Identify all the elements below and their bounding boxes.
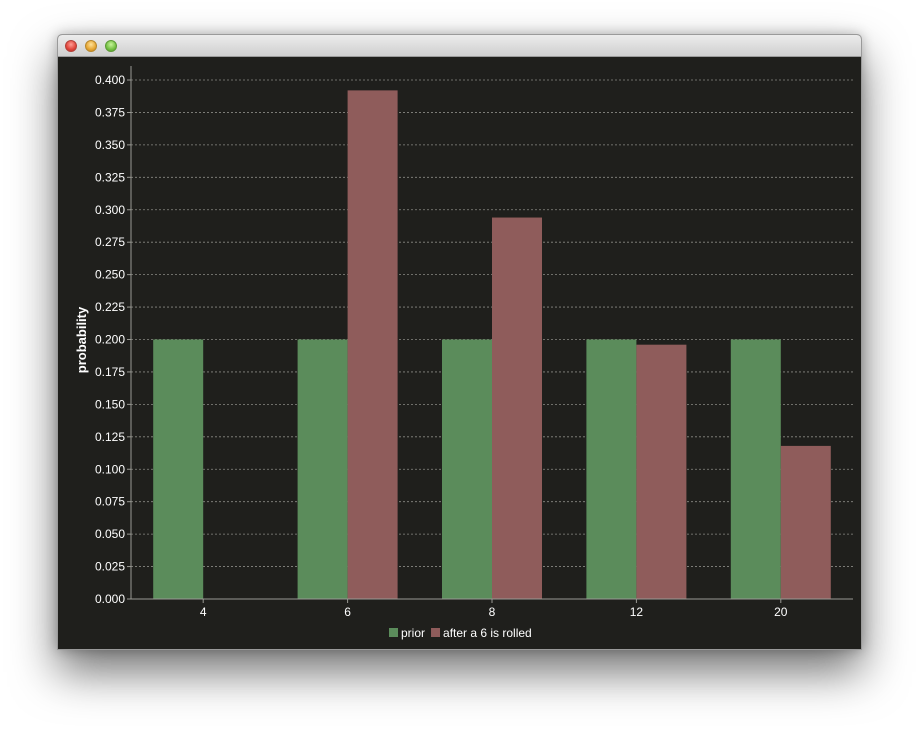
y-tick-label: 0.175 <box>95 365 125 379</box>
y-tick-label: 0.350 <box>95 138 125 152</box>
y-tick-label: 0.025 <box>95 560 125 574</box>
y-tick-label: 0.250 <box>95 268 125 282</box>
y-tick-label: 0.075 <box>95 495 125 509</box>
chart-panel: 0.000 0.025 0.050 0.075 0.100 0.125 0.150 0.175… <box>58 57 861 649</box>
app-window: 0.000 0.025 0.050 0.075 0.100 0.125 0.150 0.175… <box>57 34 862 650</box>
x-tick-label: 4 <box>200 605 207 619</box>
maximize-window-button[interactable] <box>105 40 117 52</box>
y-tick-label: 0.325 <box>95 170 125 184</box>
x-tick-label: 8 <box>489 605 496 619</box>
close-window-button[interactable] <box>65 40 77 52</box>
minimize-window-button[interactable] <box>85 40 97 52</box>
window-titlebar[interactable] <box>58 35 861 57</box>
legend-swatch <box>431 628 441 637</box>
bar-prior-8 <box>442 339 492 599</box>
y-tick-label: 0.100 <box>95 462 125 476</box>
x-tick-label: 12 <box>630 605 644 619</box>
x-tick-label: 20 <box>774 605 788 619</box>
y-tick-label: 0.125 <box>95 430 125 444</box>
legend-label: after a 6 is rolled <box>443 626 532 640</box>
y-tick-label: 0.050 <box>95 527 125 541</box>
y-tick-label: 0.150 <box>95 397 125 411</box>
y-tick-label: 0.200 <box>95 333 125 347</box>
bar-prior-12 <box>586 339 637 599</box>
y-tick-label: 0.375 <box>95 105 125 119</box>
bar-prior-6 <box>297 339 348 599</box>
y-tick-label: 0.275 <box>95 235 125 249</box>
y-tick-label: 0.225 <box>95 300 125 314</box>
bar-prior-20 <box>730 339 781 599</box>
bar-chart: 0.000 0.025 0.050 0.075 0.100 0.125 0.150 0.175… <box>74 66 853 640</box>
x-tick-label: 6 <box>344 605 351 619</box>
bars <box>153 90 831 599</box>
legend-swatch <box>389 628 398 637</box>
y-tick-label: 0.400 <box>95 73 125 87</box>
y-axis-label: probability <box>74 306 89 373</box>
bar-after-6-rolled-12 <box>636 344 687 599</box>
bar-prior-4 <box>153 339 204 599</box>
legend: prior after a 6 is rolled <box>389 626 532 640</box>
bar-after-6-rolled-6 <box>347 90 398 599</box>
y-tick-label: 0.300 <box>95 203 125 217</box>
bar-after-6-rolled-20 <box>780 445 831 599</box>
legend-label: prior <box>401 626 425 640</box>
y-tick-label: 0.000 <box>95 592 125 606</box>
bar-after-6-rolled-8 <box>492 217 542 599</box>
